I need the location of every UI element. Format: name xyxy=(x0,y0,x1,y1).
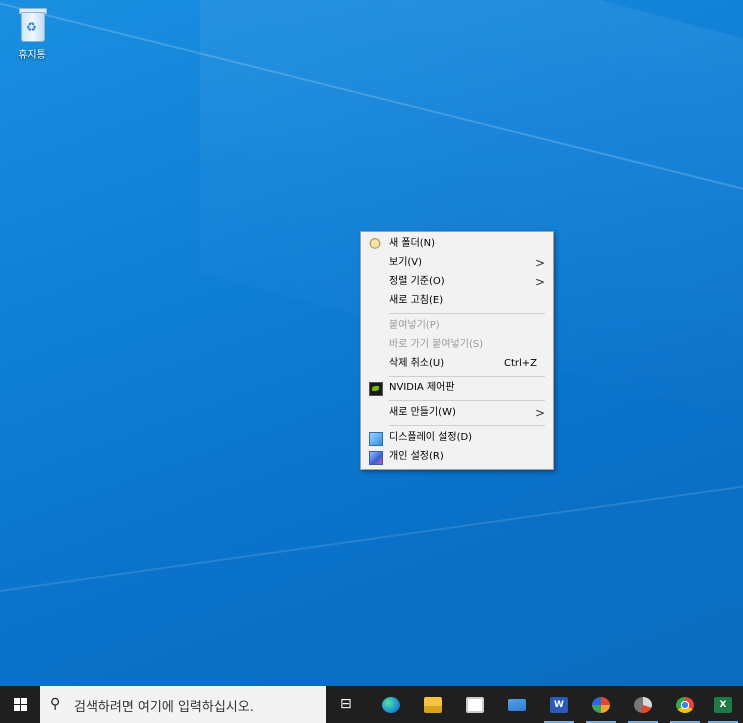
menu-item-label: 새로 만들기(W) xyxy=(389,407,456,418)
menu-item-personalize[interactable]: 개인 설정(R) xyxy=(361,448,553,466)
menu-item-undo-delete[interactable]: 삭제 취소(U) Ctrl+Z xyxy=(361,355,553,373)
menu-separator xyxy=(389,425,545,426)
menu-item-label: 디스플레이 설정(D) xyxy=(389,432,473,443)
wallpaper-ray xyxy=(0,0,743,210)
desktop-context-menu: 새 폴더(N) 보기(V) > 정렬 기준(O) > 새로 고침(E) 붙여넣기… xyxy=(360,231,554,470)
submenu-arrow-icon: > xyxy=(534,406,545,420)
circle-app-icon xyxy=(592,697,610,713)
menu-item-label: 바로 가기 붙여넣기(S) xyxy=(389,339,484,350)
menu-item-label: 붙여넣기(P) xyxy=(389,320,440,331)
recycle-bin-shortcut[interactable]: ♻ 휴지통 xyxy=(6,6,58,61)
taskbar: ⚲ 검색하려면 여기에 입력하십시오. ⊟ W X xyxy=(0,686,743,723)
excel-icon: X xyxy=(714,697,732,713)
chrome-icon xyxy=(676,697,694,713)
file-explorer-taskbar-button[interactable] xyxy=(416,690,450,719)
submenu-arrow-icon: > xyxy=(534,256,545,270)
menu-item-label: 삭제 취소(U) xyxy=(389,358,445,369)
edge-taskbar-button[interactable] xyxy=(374,690,408,719)
menu-item-sort-by[interactable]: 정렬 기준(O) > xyxy=(361,273,553,291)
mail-icon xyxy=(508,699,526,711)
start-button[interactable] xyxy=(0,686,40,723)
nvidia-icon xyxy=(369,382,383,396)
menu-separator xyxy=(389,400,545,401)
search-icon: ⚲ xyxy=(50,696,61,712)
store-taskbar-button[interactable] xyxy=(458,690,492,719)
menu-item-paste-shortcut[interactable]: 바로 가기 붙여넣기(S) xyxy=(361,336,553,354)
recycle-bin-icon: ♻ xyxy=(17,6,47,42)
menu-item-shortcut: Ctrl+Z xyxy=(503,358,537,369)
excel-taskbar-button[interactable]: X xyxy=(706,690,740,723)
photo-app-taskbar-button[interactable] xyxy=(626,690,660,723)
task-view-button[interactable]: ⊟ xyxy=(340,696,352,712)
menu-separator xyxy=(389,376,545,377)
circle-app-taskbar-button[interactable] xyxy=(584,690,618,723)
menu-item-display-settings[interactable]: 디스플레이 설정(D) xyxy=(361,429,553,447)
word-icon: W xyxy=(550,697,568,713)
chrome-taskbar-button[interactable] xyxy=(668,690,702,723)
menu-item-refresh[interactable]: 새로 고침(E) xyxy=(361,292,553,310)
search-box[interactable]: ⚲ 검색하려면 여기에 입력하십시오. xyxy=(40,686,326,723)
folder-icon xyxy=(369,238,381,250)
store-icon xyxy=(466,697,484,713)
mail-taskbar-button[interactable] xyxy=(500,690,534,719)
edge-icon xyxy=(382,697,400,713)
menu-separator xyxy=(389,313,545,314)
menu-item-label: 정렬 기준(O) xyxy=(389,276,445,287)
menu-item-label: 개인 설정(R) xyxy=(389,451,444,462)
menu-item-label: 새로 고침(E) xyxy=(389,295,444,306)
windows-logo-icon xyxy=(14,698,27,711)
menu-item-nvidia-control-panel[interactable]: NVIDIA 제어판 xyxy=(361,379,553,397)
menu-item-view[interactable]: 보기(V) > xyxy=(361,254,553,272)
menu-item-label: NVIDIA 제어판 xyxy=(389,382,455,393)
wallpaper-ray-lower xyxy=(0,464,743,592)
submenu-arrow-icon: > xyxy=(534,275,545,289)
menu-item-new[interactable]: 새로 만들기(W) > xyxy=(361,404,553,422)
word-taskbar-button[interactable]: W xyxy=(542,690,576,723)
menu-item-label: 새 폴더(N) xyxy=(389,238,436,249)
menu-item-paste[interactable]: 붙여넣기(P) xyxy=(361,317,553,335)
personalize-icon xyxy=(369,451,383,465)
photo-app-icon xyxy=(634,697,652,713)
search-placeholder: 검색하려면 여기에 입력하십시오. xyxy=(74,700,254,715)
recycle-bin-label: 휴지통 xyxy=(18,50,46,61)
file-explorer-icon xyxy=(424,697,442,713)
display-settings-icon xyxy=(369,432,383,446)
menu-item-new-folder[interactable]: 새 폴더(N) xyxy=(361,235,553,253)
menu-item-label: 보기(V) xyxy=(389,257,423,268)
